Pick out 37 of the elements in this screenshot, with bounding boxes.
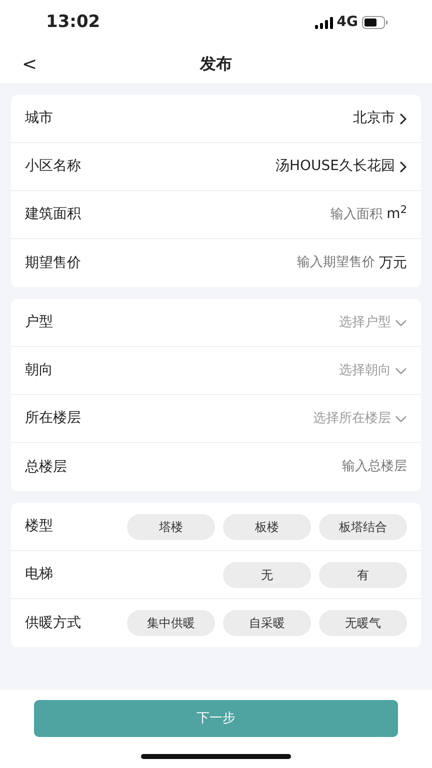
field-label: 朝向 — [25, 361, 53, 380]
field-label: 电梯 — [25, 565, 53, 584]
field-label: 所在楼层 — [25, 409, 81, 428]
field-label: 总楼层 — [25, 458, 67, 476]
option-chip[interactable]: 无 — [223, 562, 311, 588]
option-chip[interactable]: 集中供暖 — [127, 610, 215, 636]
input-field[interactable]: 输入面积 — [326, 204, 383, 224]
back-button[interactable]: < — [18, 51, 42, 78]
input-field[interactable]: 输入总楼层 — [338, 457, 407, 477]
field-label: 供暖方式 — [25, 614, 81, 632]
page-title: 发布 — [200, 53, 232, 75]
field-label: 楼型 — [25, 517, 53, 536]
battery-icon — [362, 16, 388, 29]
chevron-right-icon — [399, 112, 407, 124]
unit-label: 万元 — [379, 254, 407, 272]
option-chip[interactable]: 有 — [319, 562, 407, 588]
field-label: 小区名称 — [25, 157, 81, 176]
field-value[interactable]: 汤HOUSE久长花园 — [275, 156, 395, 177]
field-label: 户型 — [25, 313, 53, 332]
chevron-right-icon — [399, 160, 407, 172]
field-value[interactable]: 北京市 — [353, 108, 395, 129]
network-label: 4G — [336, 13, 358, 32]
chevron-down-icon — [395, 414, 407, 422]
input-field[interactable]: 输入期望售价 — [293, 253, 375, 273]
field-label: 期望售价 — [25, 254, 81, 272]
option-chip[interactable]: 板楼 — [223, 514, 311, 540]
option-chip[interactable]: 板塔结合 — [319, 514, 407, 540]
chevron-down-icon — [395, 318, 407, 326]
chevron-down-icon — [395, 366, 407, 374]
clock-time: 13:02 — [46, 10, 100, 34]
field-label: 城市 — [25, 109, 53, 128]
option-chip[interactable]: 无暖气 — [319, 610, 407, 636]
unit-label: m$^{2}$ — [386, 204, 407, 224]
field-label: 建筑面积 — [25, 205, 81, 224]
option-chip[interactable]: 自采暖 — [223, 610, 311, 636]
signal-icon — [314, 16, 333, 28]
option-chip[interactable]: 塔楼 — [127, 514, 215, 540]
